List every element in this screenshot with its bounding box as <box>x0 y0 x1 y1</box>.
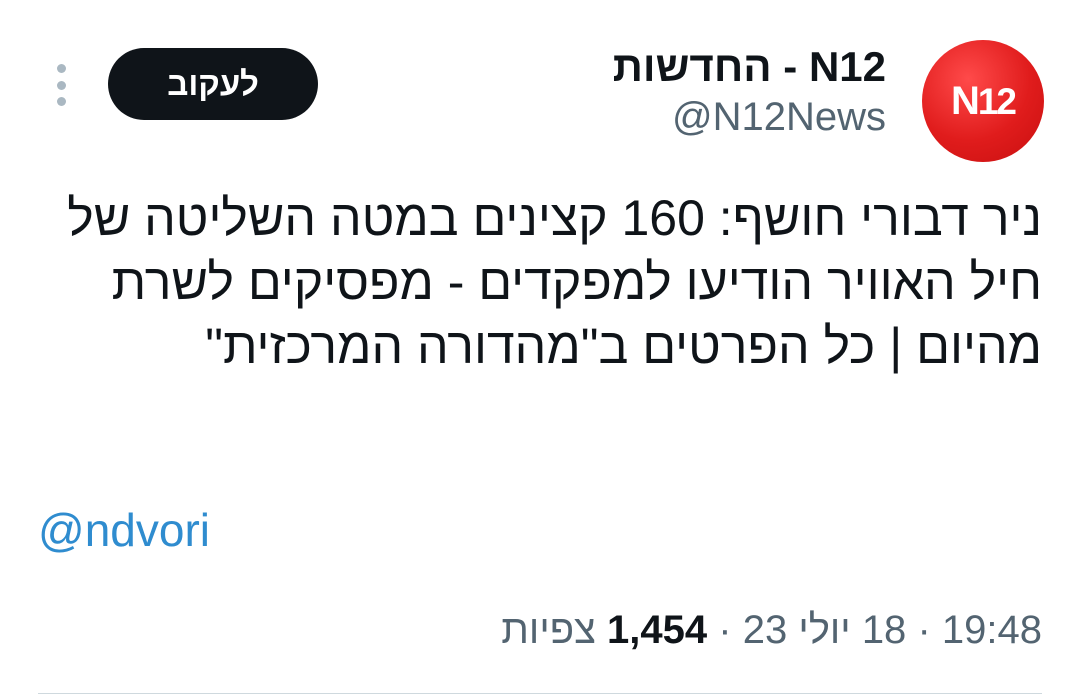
meta-separator: · <box>718 608 732 652</box>
avatar-logo-letters: N <box>950 79 980 123</box>
more-options-button[interactable] <box>46 60 76 110</box>
n12-logo: N12 <box>950 79 1017 123</box>
meta-separator: · <box>917 608 931 652</box>
divider <box>38 693 1042 694</box>
author-handle[interactable]: @N12News <box>613 92 886 142</box>
mention-link[interactable]: @ndvori <box>38 500 210 560</box>
more-vertical-icon-dot <box>56 97 66 106</box>
follow-button[interactable]: לעקוב <box>108 48 318 120</box>
tweet-time[interactable]: 19:48 <box>942 608 1042 652</box>
avatar[interactable]: N12 <box>922 40 1044 162</box>
views-label: צפיות <box>501 608 596 652</box>
views-count: 1,454 <box>607 608 708 652</box>
tweet-date[interactable]: 18 יולי 23 <box>743 608 907 652</box>
author-block: החדשות - N12 @N12News <box>613 42 886 142</box>
more-vertical-icon-dot <box>56 80 66 90</box>
author-display-name[interactable]: החדשות - N12 <box>613 42 886 92</box>
tweet-text: ניר דבורי חושף: 160 קצינים במטה השליטה ש… <box>67 190 1042 374</box>
avatar-logo-number: 12 <box>977 81 1017 122</box>
tweet-meta: 19:48 · 18 יולי 23 · 1,454 צפיות <box>501 602 1042 658</box>
more-vertical-icon <box>56 64 66 73</box>
